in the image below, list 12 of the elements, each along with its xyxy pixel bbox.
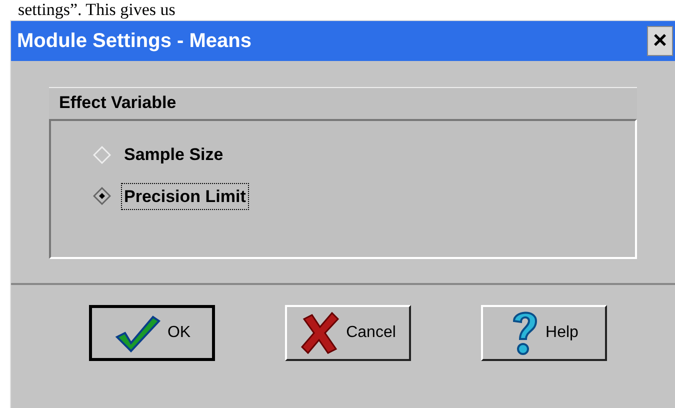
ok-button[interactable]: OK	[89, 305, 215, 361]
radio-button[interactable]	[93, 187, 111, 206]
group-title: Effect Variable	[59, 93, 176, 112]
option-label[interactable]: Sample Size	[121, 141, 226, 168]
document-text: settings”. This gives us	[18, 0, 176, 20]
cancel-button[interactable]: Cancel	[285, 305, 411, 361]
option-label[interactable]: Precision Limit	[121, 182, 249, 210]
close-button[interactable]: ×	[647, 26, 673, 56]
window-title: Module Settings - Means	[17, 29, 252, 54]
help-button[interactable]: Help	[481, 305, 607, 361]
checkmark-icon	[113, 313, 162, 353]
cross-icon	[300, 311, 340, 355]
